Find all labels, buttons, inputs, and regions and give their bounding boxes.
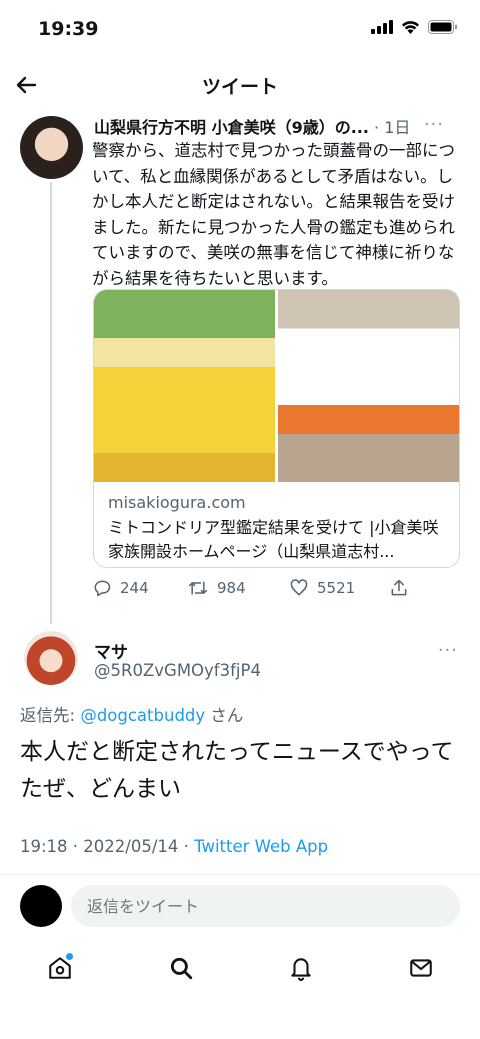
signal-icon: [371, 20, 393, 34]
reply-author-avatar[interactable]: [24, 631, 78, 685]
tweet-timestamp: 19:18 · 2022/05/14 ·: [20, 837, 195, 856]
reply-button[interactable]: 244: [92, 578, 187, 598]
card-title: ミトコンドリア型鑑定結果を受けて |小倉美咲 家族開設ホームページ（山梨県道志村…: [108, 518, 439, 561]
tweet-actions: 244 984 5521: [92, 576, 412, 600]
tweet-meta: 19:18 · 2022/05/14 · Twitter Web App: [20, 837, 328, 856]
tweet1-text: 警察から、道志村で見つかった頭蓋骨の一部について、私と血縁関係があるとして矛盾は…: [92, 141, 455, 288]
tweet-source-link[interactable]: Twitter Web App: [194, 837, 328, 856]
notification-dot: [66, 953, 73, 960]
tweet1-header: 山梨県行方不明 小倉美咲（9歳）の... · 1日 ···: [94, 114, 466, 137]
card-domain: misakiogura.com: [108, 493, 246, 512]
reply-author-handle[interactable]: @5R0ZvGMOyf3fjP4: [94, 661, 261, 680]
more-options-button[interactable]: ···: [424, 114, 444, 135]
share-icon: [391, 579, 407, 596]
card-image-left: [94, 290, 275, 482]
reply-text: 本人だと断定されたってニュースでやってたぜ、どんまい: [20, 739, 454, 802]
bell-icon: [291, 958, 311, 981]
retweet-button[interactable]: 984: [187, 578, 289, 598]
reply-more-options-button[interactable]: ···: [438, 640, 458, 661]
author-avatar[interactable]: [20, 116, 83, 179]
retweet-count: 984: [217, 579, 246, 597]
reply-input[interactable]: [71, 885, 460, 927]
tab-notifications[interactable]: [283, 950, 319, 986]
card-image-right: [278, 290, 459, 482]
mail-icon: [410, 959, 432, 977]
like-button[interactable]: 5521: [289, 578, 389, 598]
thread-line: [50, 182, 52, 624]
status-time: 19:39: [38, 18, 99, 40]
divider: [0, 874, 480, 875]
header: ツイート: [0, 62, 480, 108]
share-button[interactable]: [389, 578, 409, 598]
author-name[interactable]: 山梨県行方不明 小倉美咲（9歳）の...: [94, 118, 369, 137]
page-title: ツイート: [201, 76, 278, 98]
tweet-time[interactable]: · 1日: [374, 118, 410, 137]
tab-search[interactable]: [163, 950, 199, 986]
reply-count: 244: [120, 579, 149, 597]
status-bar: 19:39: [0, 0, 480, 60]
search-icon: [170, 957, 193, 980]
bottom-tab-bar: [0, 944, 480, 990]
like-count: 5521: [317, 579, 356, 597]
like-icon: [290, 579, 308, 596]
replying-to: 返信先: @dogcatbuddy さん: [20, 702, 243, 726]
reply-author-name[interactable]: マサ: [94, 638, 128, 663]
reply-icon: [94, 580, 111, 597]
my-avatar: [20, 885, 62, 927]
status-icons: [371, 20, 458, 34]
tab-home[interactable]: [42, 950, 78, 986]
reply-suffix: さん: [210, 706, 244, 725]
battery-icon: [428, 20, 457, 34]
tab-messages[interactable]: [403, 950, 439, 986]
retweet-icon: [188, 581, 208, 595]
reply-prefix: 返信先:: [20, 706, 81, 725]
link-card[interactable]: misakiogura.com ミトコンドリア型鑑定結果を受けて |小倉美咲 家…: [93, 289, 460, 568]
wifi-icon: [402, 21, 419, 34]
reply-mention-link[interactable]: @dogcatbuddy: [80, 706, 205, 725]
